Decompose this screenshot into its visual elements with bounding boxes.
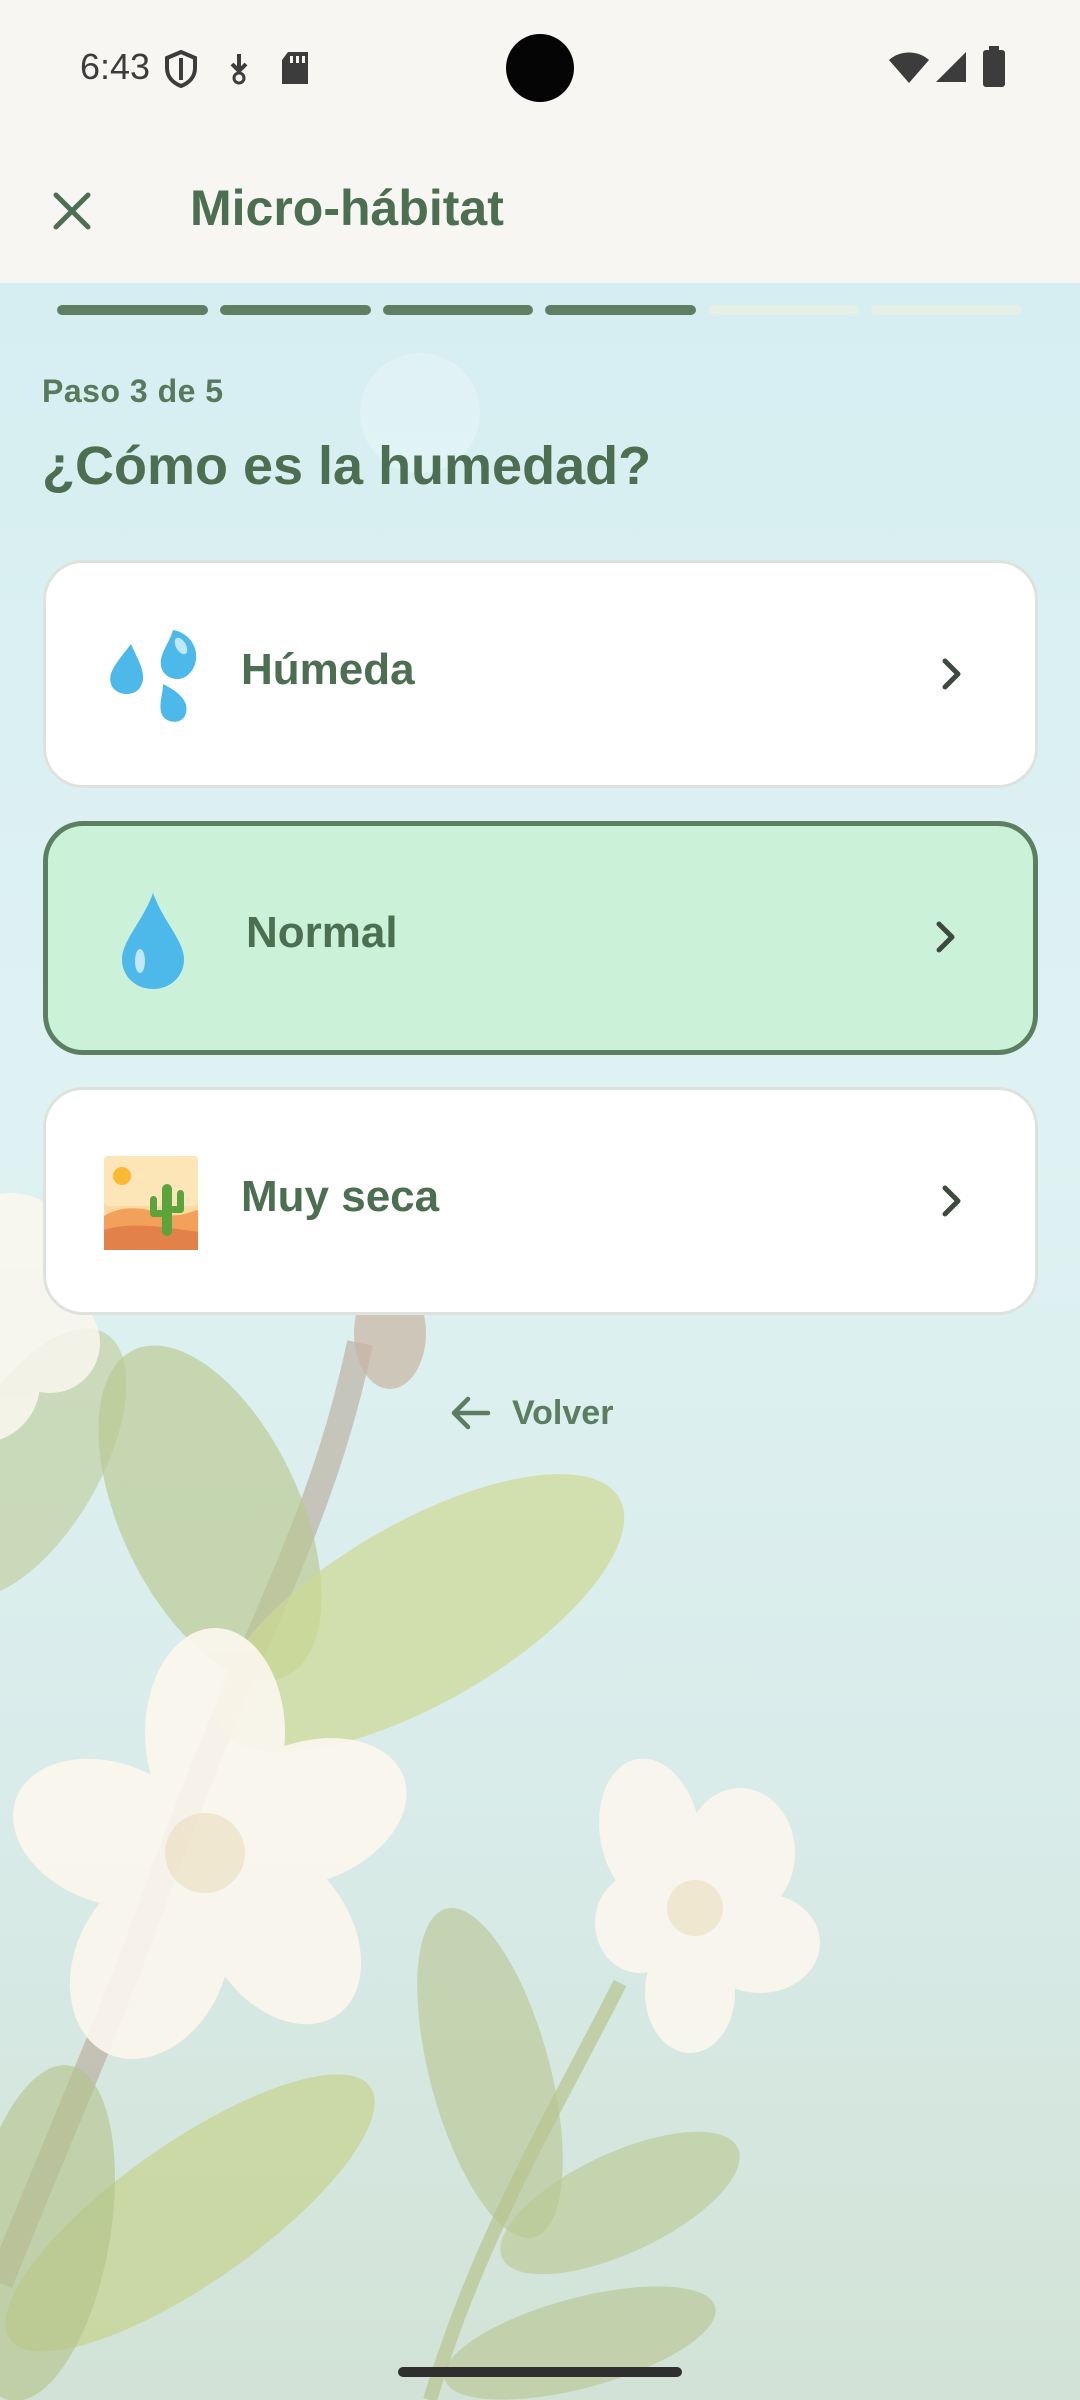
option-label: Muy seca (241, 1172, 440, 1221)
option-label: Húmeda (241, 645, 415, 694)
page-title: Micro-hábitat (190, 180, 504, 236)
option-label: Normal (246, 908, 398, 957)
option-card-normal[interactable]: Normal (43, 821, 1038, 1055)
back-label: Volver (512, 1393, 614, 1432)
arrow-left-icon (451, 1396, 491, 1430)
option-card-muy-seca[interactable]: Muy seca (43, 1087, 1038, 1315)
close-icon (53, 192, 91, 230)
step-indicator: Paso 3 de 5 (42, 373, 224, 409)
desert-icon (96, 1148, 206, 1258)
droplet-icon (98, 886, 208, 996)
status-time: 6:43 (80, 46, 151, 87)
shield-icon (165, 50, 197, 88)
status-bar: 6:43 (0, 0, 1080, 135)
chevron-right-icon (936, 921, 955, 953)
download-icon (230, 54, 248, 85)
sd-card-icon (282, 52, 308, 84)
signal-icon (936, 52, 966, 82)
progress-segment (382, 305, 534, 315)
step-progress-bar (57, 305, 1022, 315)
progress-segment (57, 305, 208, 315)
top-app-bar: Micro-hábitat (0, 135, 1080, 283)
gesture-home-indicator[interactable] (398, 2367, 682, 2377)
front-camera (506, 34, 574, 102)
back-button[interactable]: Volver (450, 1383, 613, 1443)
wizard-content: Paso 3 de 5 ¿Cómo es la humedad? Húmeda … (0, 283, 1080, 2400)
progress-segment (708, 305, 860, 315)
option-card-humeda[interactable]: Húmeda (43, 560, 1038, 788)
wifi-icon (889, 52, 929, 83)
progress-segment (219, 305, 371, 315)
battery-icon (983, 46, 1005, 87)
chevron-right-icon (942, 658, 961, 690)
question-heading: ¿Cómo es la humedad? (42, 436, 652, 496)
close-button[interactable] (30, 169, 114, 253)
sweat-droplets-icon (96, 621, 206, 731)
progress-segment (871, 305, 1022, 315)
progress-segment (545, 305, 697, 315)
chevron-right-icon (942, 1185, 961, 1217)
